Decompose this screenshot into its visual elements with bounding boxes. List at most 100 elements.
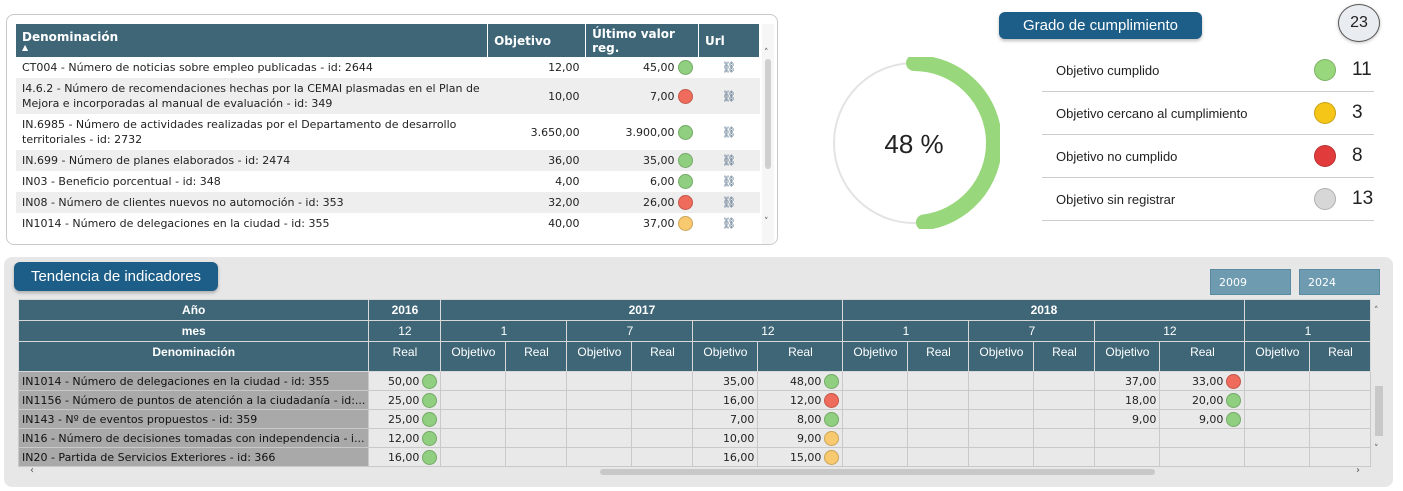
real-value: 9,00 <box>1198 412 1224 426</box>
indicator-url-cell[interactable]: ⛓ <box>698 150 760 171</box>
measure-real: Real <box>1159 341 1246 372</box>
link-icon[interactable]: ⛓ <box>705 195 754 210</box>
objective-value: 35,00 <box>692 371 759 391</box>
status-dot-icon <box>1226 373 1242 389</box>
legend-status-dot-icon <box>1314 59 1336 81</box>
legend-status-dot-icon <box>1314 188 1336 210</box>
link-icon[interactable]: ⛓ <box>705 153 754 168</box>
empty-cell <box>566 371 633 391</box>
indicator-target: 4,00 <box>487 171 586 192</box>
scroll-thumb[interactable] <box>1375 386 1383 436</box>
indicator-target: 3.650,00 <box>487 114 586 150</box>
indicator-vertical-scrollbar[interactable]: ˄ ˅ <box>762 24 774 244</box>
scroll-up-icon[interactable]: ˄ <box>1374 306 1379 316</box>
empty-cell <box>842 409 909 429</box>
indicator-url-cell[interactable]: ⛓ <box>698 114 760 150</box>
measure-real: Real <box>631 341 694 372</box>
year-header-2017: 2017 <box>440 299 844 321</box>
empty-cell <box>1309 409 1372 429</box>
table-row[interactable]: IN.6985 - Número de actividades realizad… <box>16 114 760 150</box>
indicator-last-value-cell: 35,00 <box>585 150 699 171</box>
indicator-last-value: 35,00 <box>643 154 675 167</box>
indicator-url-cell[interactable]: ⛓ <box>698 171 760 192</box>
indicator-last-value-cell: 7,00 <box>585 78 699 114</box>
real-value-cell: 12,00 <box>757 390 844 410</box>
real-value-cell <box>1159 428 1246 448</box>
table-row[interactable]: IN08 - Número de clientes nuevos no auto… <box>16 192 760 213</box>
scroll-right-icon[interactable]: › <box>1356 465 1360 476</box>
year-to-selector[interactable]: 2024 <box>1299 269 1380 295</box>
real-value: 50,00 <box>387 374 420 388</box>
col-header-url[interactable]: Url <box>698 24 760 57</box>
table-row[interactable]: IN.699 - Número de planes elaborados - i… <box>16 150 760 171</box>
indicator-last-value: 45,00 <box>643 61 675 74</box>
table-row[interactable]: IN20 - Partida de Servicios Exteriores -… <box>18 447 1372 467</box>
link-icon[interactable]: ⛓ <box>705 60 754 75</box>
col-header-target[interactable]: Objetivo <box>487 24 587 57</box>
scroll-up-icon[interactable]: ˄ <box>764 48 769 58</box>
table-row[interactable]: IN1014 - Número de delegaciones en la ci… <box>16 213 760 234</box>
indicator-name: IN1014 - Número de delegaciones en la ci… <box>18 371 370 391</box>
legend-row: Objetivo cumplido 11 <box>1042 49 1374 92</box>
empty-cell <box>566 428 633 448</box>
indicator-name: I4.6.2 - Número de recomendaciones hecha… <box>16 78 488 114</box>
empty-cell <box>631 428 694 448</box>
status-dot-icon <box>677 60 693 75</box>
sort-asc-icon: ▲ <box>22 42 29 52</box>
empty-cell <box>907 428 970 448</box>
col-header-name[interactable]: Denominación ▲ <box>16 24 489 57</box>
indicator-last-value: 7,00 <box>650 89 675 103</box>
legend-count: 13 <box>1352 188 1374 209</box>
indicator-last-value: 3.900,00 <box>625 125 675 139</box>
empty-cell <box>1244 390 1311 410</box>
objective-value <box>1094 447 1161 467</box>
empty-cell <box>1244 409 1311 429</box>
table-row[interactable]: CT004 - Número de noticias sobre empleo … <box>16 57 760 78</box>
table-row[interactable]: IN1014 - Número de delegaciones en la ci… <box>18 371 1372 391</box>
real-value: 25,00 <box>387 393 420 407</box>
link-icon[interactable]: ⛓ <box>705 174 754 189</box>
trend-horizontal-scrollbar[interactable]: ‹ › <box>18 465 1368 478</box>
indicator-url-cell[interactable]: ⛓ <box>698 192 760 213</box>
year-from-selector[interactable]: 2009 <box>1210 269 1291 295</box>
col-header-last-value[interactable]: Último valor reg. <box>585 24 700 57</box>
empty-cell <box>631 409 694 429</box>
year-header-2018: 2018 <box>842 299 1246 321</box>
indicator-target: 12,00 <box>487 57 586 78</box>
empty-cell <box>968 409 1035 429</box>
scroll-left-icon[interactable]: ‹ <box>30 465 34 476</box>
indicator-url-cell[interactable]: ⛓ <box>698 57 760 78</box>
empty-cell <box>505 409 568 429</box>
legend-count: 8 <box>1352 145 1363 166</box>
month-header: 1 <box>842 320 970 342</box>
empty-cell <box>1033 409 1096 429</box>
status-dot-icon <box>677 88 693 104</box>
month-header: 7 <box>566 320 694 342</box>
scroll-thumb[interactable] <box>765 59 771 169</box>
trend-vertical-scrollbar[interactable]: ˄ ˅ <box>1373 304 1385 464</box>
indicator-url-cell[interactable]: ⛓ <box>698 213 760 234</box>
link-icon[interactable]: ⛓ <box>705 216 754 231</box>
link-icon[interactable]: ⛓ <box>705 125 754 140</box>
table-row[interactable]: I4.6.2 - Número de recomendaciones hecha… <box>16 78 760 114</box>
link-icon[interactable]: ⛓ <box>705 89 754 104</box>
scroll-down-icon[interactable]: ˅ <box>764 217 769 227</box>
grado-title-pill: Grado de cumplimiento <box>999 12 1202 39</box>
objective-value: 37,00 <box>1094 371 1161 391</box>
year-header-next <box>1244 299 1372 321</box>
status-dot-icon <box>824 411 840 427</box>
scroll-down-icon[interactable]: ˅ <box>1374 444 1379 454</box>
indicator-url-cell[interactable]: ⛓ <box>698 78 760 114</box>
indicator-target: 40,00 <box>487 213 586 234</box>
table-row[interactable]: IN03 - Beneficio porcentual - id: 348 4,0… <box>16 171 760 192</box>
empty-cell <box>1309 390 1372 410</box>
indicator-last-value-cell: 6,00 <box>585 171 699 192</box>
empty-cell <box>968 447 1035 467</box>
real-value: 20,00 <box>1191 393 1224 407</box>
table-row[interactable]: IN1156 - Número de puntos de atención a … <box>18 390 1372 410</box>
table-row[interactable]: IN16 - Número de decisiones tomadas con … <box>18 428 1372 448</box>
empty-cell <box>907 390 970 410</box>
scroll-thumb[interactable] <box>600 469 1155 475</box>
measure-objective: Objetivo <box>566 341 633 372</box>
table-row[interactable]: IN143 - Nº de eventos propuestos - id: 3… <box>18 409 1372 429</box>
